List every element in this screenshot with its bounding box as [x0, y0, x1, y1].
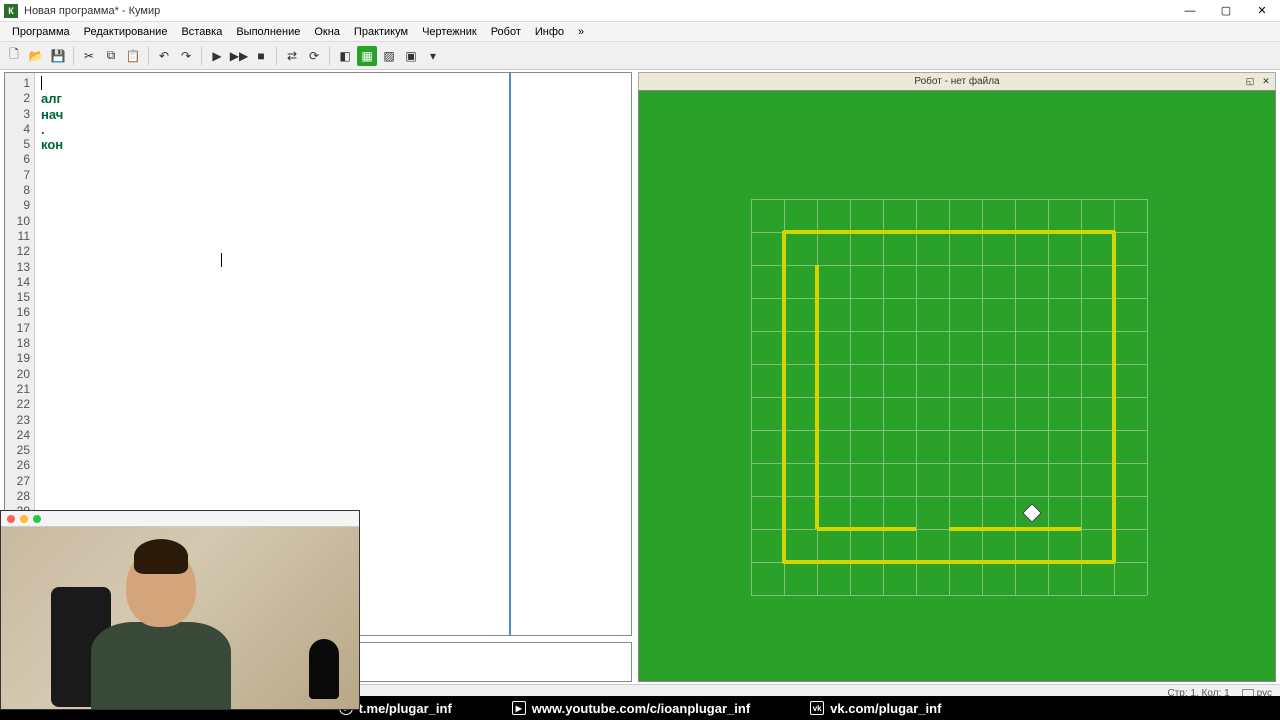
wall: [783, 560, 1115, 564]
close-button[interactable]: ✕: [1248, 2, 1276, 20]
menu-bar: ПрограммаРедактированиеВставкаВыполнение…: [0, 22, 1280, 42]
menu-3[interactable]: Выполнение: [230, 24, 306, 40]
code-line: [41, 351, 503, 366]
menu-5[interactable]: Практикум: [348, 24, 414, 40]
youtube-link[interactable]: ▶www.youtube.com/c/ioanplugar_inf: [512, 701, 750, 716]
code-line: [41, 413, 503, 428]
copy-icon[interactable]: ⧉: [101, 46, 121, 66]
wall: [1112, 231, 1116, 563]
robot-marker: [1022, 503, 1042, 523]
code-line: [41, 260, 503, 275]
code-line: нач: [41, 107, 503, 122]
code-line: [41, 183, 503, 198]
webcam-window-chrome: [1, 511, 359, 527]
step-icon[interactable]: ▶▶: [229, 46, 249, 66]
toggle-1-icon[interactable]: ⇄: [282, 46, 302, 66]
wall: [949, 527, 1081, 531]
robot-field[interactable]: [638, 90, 1276, 682]
code-line: кон: [41, 137, 503, 152]
code-line: [41, 305, 503, 320]
undo-icon[interactable]: ↶: [154, 46, 174, 66]
youtube-icon: ▶: [512, 701, 526, 715]
code-line: [41, 458, 503, 473]
robot-panel: Робот - нет файла ◱ ✕: [638, 72, 1276, 682]
app-icon: К: [4, 4, 18, 18]
code-line: [41, 290, 503, 305]
dropdown-icon[interactable]: ▾: [423, 46, 443, 66]
traffic-light-dot: [33, 515, 41, 523]
traffic-light-dot: [20, 515, 28, 523]
stop-icon[interactable]: ■: [251, 46, 271, 66]
code-line: [41, 443, 503, 458]
code-line: [41, 397, 503, 412]
save-file-icon[interactable]: 💾: [48, 46, 68, 66]
code-line: .: [41, 122, 503, 137]
toggle-2-icon[interactable]: ⟳: [304, 46, 324, 66]
window-title: Новая программа* - Кумир: [24, 5, 1176, 17]
open-file-icon[interactable]: 📂: [26, 46, 46, 66]
new-file-icon[interactable]: 🗋: [4, 46, 24, 66]
layout-2-icon[interactable]: ▨: [379, 46, 399, 66]
maximize-button[interactable]: ▢: [1212, 2, 1240, 20]
menu-2[interactable]: Вставка: [175, 24, 228, 40]
layout-3-icon[interactable]: ▣: [401, 46, 421, 66]
code-line: [41, 229, 503, 244]
menu-4[interactable]: Окна: [308, 24, 346, 40]
wall: [783, 230, 1115, 234]
code-line: [41, 428, 503, 443]
toolbar: 🗋 📂 💾 ✂ ⧉ 📋 ↶ ↷ ▶ ▶▶ ■ ⇄ ⟳ ◧ ▦ ▨ ▣ ▾: [0, 42, 1280, 70]
wall: [815, 265, 819, 397]
wall: [815, 397, 819, 529]
robot-close-icon[interactable]: ✕: [1259, 76, 1273, 88]
code-line: [41, 382, 503, 397]
robot-panel-title: Робот - нет файла: [914, 76, 999, 87]
menu-7[interactable]: Робот: [485, 24, 527, 40]
wall: [782, 231, 786, 563]
vk-link[interactable]: vkvk.com/plugar_inf: [810, 701, 941, 716]
code-line: [41, 474, 503, 489]
menu-6[interactable]: Чертежник: [416, 24, 483, 40]
title-bar: К Новая программа* - Кумир — ▢ ✕: [0, 0, 1280, 22]
code-line: [41, 275, 503, 290]
code-line: [41, 152, 503, 167]
menu-1[interactable]: Редактирование: [78, 24, 174, 40]
minimize-button[interactable]: —: [1176, 2, 1204, 20]
code-line: [41, 336, 503, 351]
run-icon[interactable]: ▶: [207, 46, 227, 66]
code-line: [41, 244, 503, 259]
editor-side-panel: [511, 73, 631, 635]
paste-icon[interactable]: 📋: [123, 46, 143, 66]
wall: [817, 527, 916, 531]
code-line: [41, 214, 503, 229]
code-line: [41, 168, 503, 183]
code-line: [41, 198, 503, 213]
code-line: [41, 321, 503, 336]
code-line: [41, 76, 503, 91]
traffic-light-dot: [7, 515, 15, 523]
webcam-overlay: [0, 510, 360, 710]
layout-grid-icon[interactable]: ▦: [357, 46, 377, 66]
robot-panel-title-bar: Робот - нет файла ◱ ✕: [638, 72, 1276, 90]
menu-8[interactable]: Инфо: [529, 24, 570, 40]
layout-1-icon[interactable]: ◧: [335, 46, 355, 66]
secondary-cursor: [221, 253, 222, 267]
webcam-image: [1, 527, 359, 709]
vk-icon: vk: [810, 701, 824, 715]
code-line: [41, 367, 503, 382]
code-line: [41, 489, 503, 504]
code-line: алг: [41, 91, 503, 106]
menu-0[interactable]: Программа: [6, 24, 76, 40]
robot-detach-icon[interactable]: ◱: [1243, 76, 1257, 88]
text-cursor: [41, 76, 42, 90]
redo-icon[interactable]: ↷: [176, 46, 196, 66]
menu-9[interactable]: »: [572, 24, 590, 40]
cut-icon[interactable]: ✂: [79, 46, 99, 66]
